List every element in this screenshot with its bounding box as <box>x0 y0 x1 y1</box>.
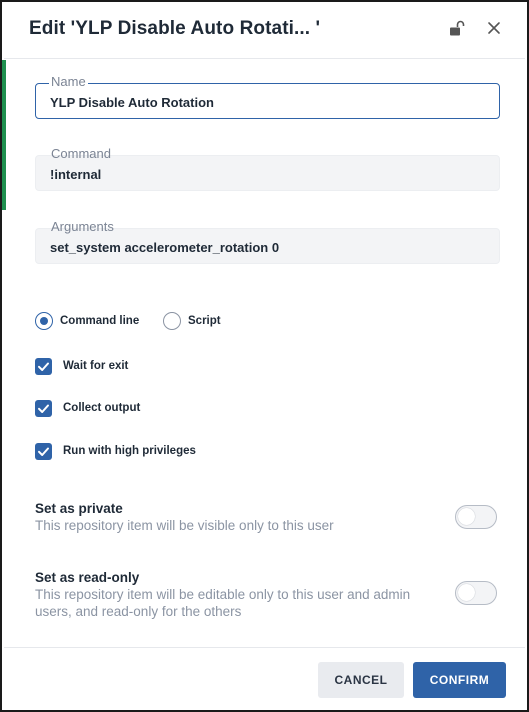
dialog-header: Edit 'YLP Disable Auto Rotati... ' <box>2 2 527 58</box>
cancel-button[interactable]: CANCEL <box>318 662 404 698</box>
setting-readonly-description: This repository item will be editable on… <box>35 587 411 619</box>
wait-for-exit-label: Wait for exit <box>63 360 129 372</box>
name-field[interactable]: Name YLP Disable Auto Rotation <box>35 74 500 119</box>
readonly-toggle[interactable] <box>455 581 497 605</box>
header-divider <box>4 58 525 59</box>
collect-output-label: Collect output <box>63 402 141 414</box>
footer-divider <box>4 647 525 648</box>
close-icon[interactable] <box>485 19 503 37</box>
toggle-knob <box>458 508 475 525</box>
name-label: Name <box>49 74 88 89</box>
radio-command-line-label: Command line <box>60 315 140 327</box>
arguments-value[interactable]: set_system accelerometer_rotation 0 <box>50 240 279 255</box>
setting-private: Set as private This repository item will… <box>35 501 505 534</box>
arguments-field[interactable]: Arguments set_system accelerometer_rotat… <box>35 219 500 264</box>
unlock-icon[interactable] <box>448 20 466 38</box>
private-toggle[interactable] <box>455 505 497 529</box>
checkbox-checked-icon[interactable] <box>35 443 52 460</box>
checkbox-checked-icon[interactable] <box>35 400 52 417</box>
left-accent-bar <box>2 60 6 210</box>
arguments-label: Arguments <box>51 219 114 234</box>
checkbox-checked-icon[interactable] <box>35 358 52 375</box>
command-field[interactable]: Command !internal <box>35 146 500 191</box>
setting-private-title: Set as private <box>35 501 123 516</box>
setting-private-description: This repository item will be visible onl… <box>35 518 334 533</box>
toggle-knob <box>458 584 475 601</box>
confirm-button[interactable]: CONFIRM <box>413 662 506 698</box>
command-value[interactable]: !internal <box>50 167 101 182</box>
radio-unselected-icon[interactable] <box>163 312 181 330</box>
setting-readonly: Set as read-only This repository item wi… <box>35 570 505 620</box>
edit-dialog: Edit 'YLP Disable Auto Rotati... ' Name … <box>0 0 529 712</box>
run-high-privileges-label: Run with high privileges <box>63 445 196 457</box>
command-label: Command <box>51 146 111 161</box>
radio-script-label: Script <box>188 315 221 327</box>
dialog-title: Edit 'YLP Disable Auto Rotati... ' <box>29 18 321 39</box>
radio-selected-icon[interactable] <box>35 312 53 330</box>
setting-readonly-title: Set as read-only <box>35 570 140 585</box>
name-value[interactable]: YLP Disable Auto Rotation <box>50 95 214 110</box>
